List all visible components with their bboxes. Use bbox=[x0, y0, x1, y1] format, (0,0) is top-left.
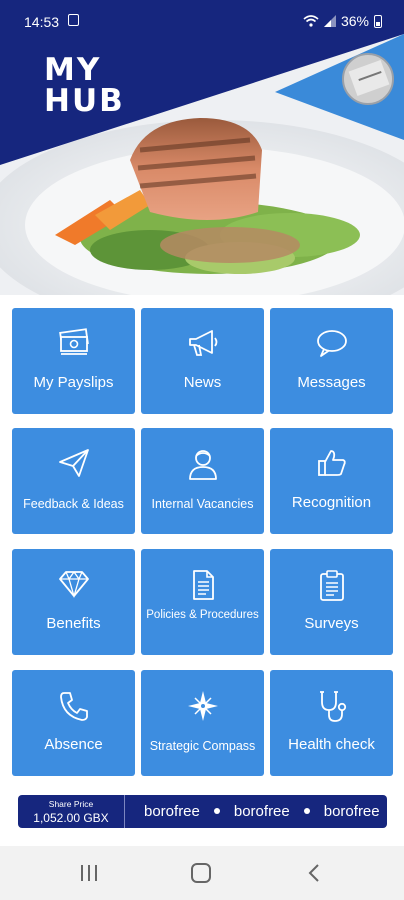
share-price-ticker: Share Price 1,052.00 GBX borofree borofre… bbox=[18, 795, 387, 828]
tile-absence[interactable]: Absence bbox=[12, 670, 135, 776]
tile-label: Messages bbox=[297, 374, 366, 391]
tile-label: Surveys bbox=[304, 615, 359, 632]
ticker-marquee: borofree borofree borofree bbox=[144, 803, 380, 820]
tile-label: News bbox=[183, 374, 222, 391]
battery-icon bbox=[374, 14, 382, 28]
status-bar: 14:53 36% bbox=[0, 0, 404, 44]
clipboard-icon bbox=[319, 570, 344, 601]
tile-label: Health check bbox=[288, 736, 375, 753]
person-icon bbox=[188, 450, 217, 480]
tile-feedback-ideas[interactable]: Feedback & Ideas bbox=[12, 428, 135, 534]
battery-percent: 36% bbox=[340, 13, 369, 29]
thumbs-up-icon bbox=[317, 450, 346, 476]
diamond-icon bbox=[58, 571, 89, 599]
brand-line1: MY bbox=[44, 52, 102, 88]
signal-icon bbox=[323, 15, 336, 27]
tile-health-check[interactable]: Health check bbox=[270, 670, 393, 776]
chat-bubble-icon bbox=[316, 330, 347, 357]
profile-avatar[interactable] bbox=[342, 53, 394, 105]
tile-label: Strategic Compass bbox=[149, 739, 256, 753]
tile-strategic-compass[interactable]: Strategic Compass bbox=[141, 670, 264, 776]
ticker-item: borofree bbox=[233, 803, 290, 820]
phone-icon bbox=[59, 692, 88, 721]
share-price-label: Share Price bbox=[48, 799, 94, 809]
recent-apps-icon[interactable] bbox=[77, 862, 101, 884]
ticker-item: borofree bbox=[323, 803, 380, 820]
paper-plane-icon bbox=[58, 449, 89, 477]
dot-separator bbox=[213, 808, 220, 815]
app-logo: MY HUB bbox=[44, 55, 125, 117]
home-icon[interactable] bbox=[189, 862, 213, 884]
tile-internal-vacancies[interactable]: Internal Vacancies bbox=[141, 428, 264, 534]
megaphone-icon bbox=[188, 330, 217, 356]
tile-label: My Payslips bbox=[33, 374, 114, 391]
tile-label: Absence bbox=[44, 736, 103, 753]
tile-label: Feedback & Ideas bbox=[23, 497, 124, 511]
tile-surveys[interactable]: Surveys bbox=[270, 549, 393, 655]
tile-messages[interactable]: Messages bbox=[270, 308, 393, 414]
tile-my-payslips[interactable]: My Payslips bbox=[12, 308, 135, 414]
stethoscope-icon bbox=[319, 691, 346, 722]
dot-separator bbox=[303, 808, 310, 815]
tile-label: Internal Vacancies bbox=[151, 497, 254, 511]
share-price-box: Share Price 1,052.00 GBX bbox=[18, 795, 125, 828]
hero-food-image bbox=[0, 0, 404, 295]
share-price-value: 1,052.00 GBX bbox=[33, 811, 109, 825]
tile-label: Recognition bbox=[291, 494, 372, 511]
wifi-icon bbox=[303, 15, 319, 27]
system-nav-bar bbox=[0, 846, 404, 900]
compass-icon bbox=[187, 691, 218, 721]
money-icon bbox=[58, 328, 89, 355]
status-indicators: 36% bbox=[303, 13, 382, 29]
tile-news[interactable]: News bbox=[141, 308, 264, 414]
tile-label: Policies & Procedures bbox=[146, 609, 259, 621]
brand-line2: HUB bbox=[44, 83, 125, 119]
document-icon bbox=[192, 570, 214, 600]
tile-policies-procedures[interactable]: Policies & Procedures bbox=[141, 549, 264, 655]
tile-recognition[interactable]: Recognition bbox=[270, 428, 393, 534]
tile-label: Benefits bbox=[46, 615, 101, 632]
tile-benefits[interactable]: Benefits bbox=[12, 549, 135, 655]
ticker-item: borofree bbox=[144, 803, 200, 820]
back-icon[interactable] bbox=[303, 862, 327, 884]
notification-icon bbox=[68, 14, 79, 26]
hero-header bbox=[0, 0, 404, 295]
status-time: 14:53 bbox=[24, 14, 60, 30]
